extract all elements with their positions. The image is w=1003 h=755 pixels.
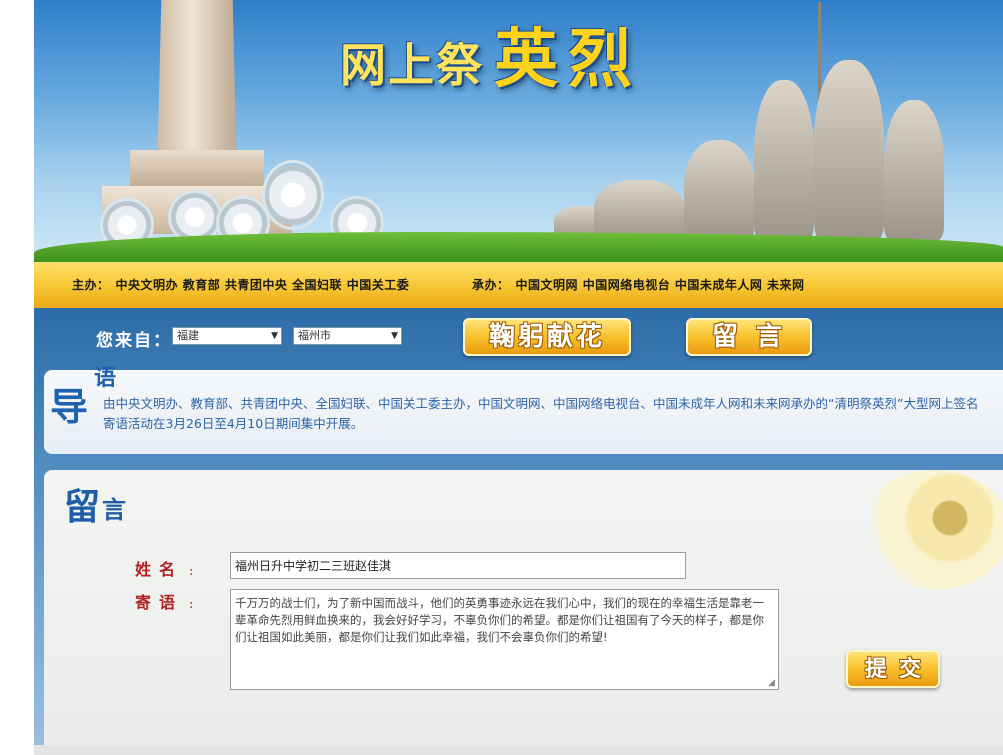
banner-title-part1: 网上祭 <box>340 38 484 92</box>
intro-title-big: 导 <box>50 384 89 429</box>
resize-grip-icon[interactable]: ◢ <box>768 679 777 688</box>
message-label: 寄语: <box>135 589 193 613</box>
message-label-colon: : <box>189 597 194 612</box>
host-label: 主办： <box>72 278 110 292</box>
banner-title: 网上祭 英烈 <box>340 8 642 100</box>
province-select[interactable]: 福建 ▼ <box>172 327 282 345</box>
banner: 网上祭 英烈 <box>34 0 1003 262</box>
message-label-text: 寄语 <box>135 593 184 612</box>
intro-title-small: 语 <box>94 365 117 391</box>
left-margin <box>0 0 35 755</box>
name-label: 姓名: <box>135 556 193 580</box>
host-names: 中央文明办 教育部 共青团中央 全国妇联 中国关工委 <box>115 278 410 292</box>
statue-image <box>684 140 754 240</box>
host-sponsors: 主办： 中央文明办 教育部 共青团中央 全国妇联 中国关工委 <box>72 276 409 293</box>
bow-flower-button[interactable]: 鞠躬献花 <box>463 318 631 356</box>
from-label: 您来自： <box>96 331 172 351</box>
message-title-big: 留 <box>64 486 101 528</box>
organizer-names: 中国文明网 中国网络电视台 中国未成年人网 未来网 <box>515 278 805 292</box>
monument-base <box>130 150 264 190</box>
organizer-sponsors: 承办： 中国文明网 中国网络电视台 中国未成年人网 未来网 <box>472 276 805 293</box>
name-label-text: 姓名 <box>135 560 184 579</box>
city-select[interactable]: 福州市 ▼ <box>293 327 402 345</box>
message-title-small: 言 <box>102 495 126 524</box>
name-label-colon: : <box>189 564 194 579</box>
statue-image <box>814 60 884 240</box>
statue-image <box>754 80 814 240</box>
dropdown-arrow-icon: ▼ <box>271 331 278 341</box>
flower-decoration <box>860 470 1003 590</box>
monument-image <box>157 0 237 160</box>
province-value: 福建 <box>177 329 199 342</box>
wreath-icon <box>262 160 324 230</box>
message-textarea[interactable]: 千万万的战士们，为了新中国而战斗，他们的英勇事迹永远在我们心中，我们的现在的幸福… <box>230 589 779 690</box>
intro-text: 由中央文明办、教育部、共青团中央、全国妇联、中国关工委主办，中国文明网、中国网络… <box>103 396 979 431</box>
submit-button[interactable]: 提交 <box>846 650 940 688</box>
organizer-label: 承办： <box>472 278 510 292</box>
city-value: 福州市 <box>298 329 331 342</box>
banner-title-part2: 英烈 <box>494 22 642 97</box>
statue-image <box>884 100 944 240</box>
statue-image <box>594 180 684 240</box>
sponsor-bar: 主办： 中央文明办 教育部 共青团中央 全国妇联 中国关工委 承办： 中国文明网 中… <box>34 262 1003 310</box>
leave-message-button[interactable]: 留言 <box>686 318 812 356</box>
dropdown-arrow-icon: ▼ <box>391 331 398 341</box>
name-input[interactable] <box>230 552 686 579</box>
page: 网上祭 英烈 主办： 中央文明办 教育部 共青团中央 全国妇联 中国关工委 承办： 中… <box>0 0 1003 755</box>
bottom-strip <box>34 745 1003 755</box>
banner-grass <box>34 232 1003 262</box>
